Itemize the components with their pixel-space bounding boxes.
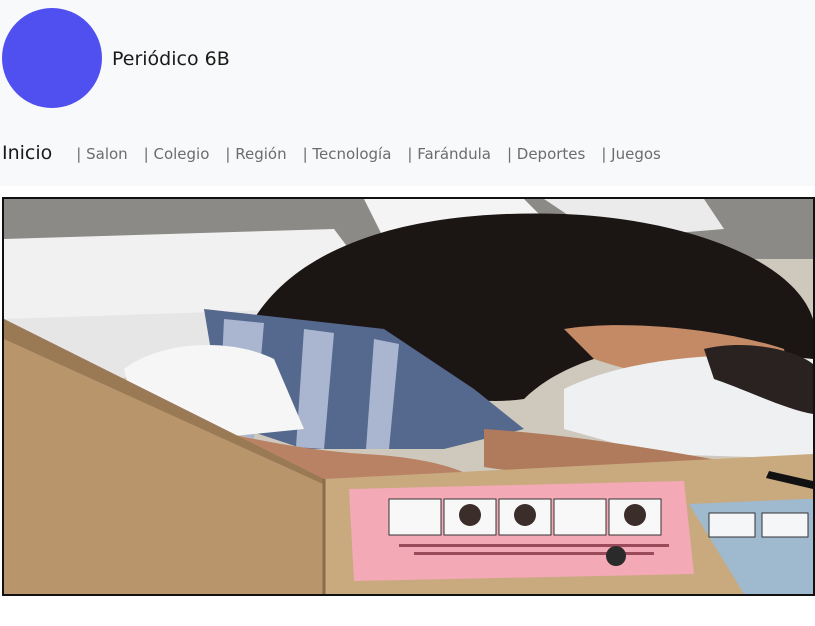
- feature-photo[interactable]: [2, 197, 815, 596]
- nav-item-inicio[interactable]: Inicio: [2, 142, 52, 164]
- nav-item-juegos[interactable]: | Juegos: [601, 145, 661, 163]
- nav-item-farandula[interactable]: | Farándula: [407, 145, 491, 163]
- nav-item-colegio[interactable]: | Colegio: [144, 145, 210, 163]
- site-title[interactable]: Periódico 6B: [112, 47, 230, 71]
- nav-item-region[interactable]: | Región: [225, 145, 286, 163]
- site-logo[interactable]: [2, 8, 102, 108]
- nav-item-tecnologia[interactable]: | Tecnología: [303, 145, 392, 163]
- site-header: Periódico 6B Inicio | Salon | Colegio | …: [0, 0, 815, 186]
- main-nav: Inicio | Salon | Colegio | Región | Tecn…: [2, 142, 677, 168]
- nav-item-salon[interactable]: | Salon: [76, 145, 127, 163]
- pink-ballot: [349, 481, 694, 581]
- nav-item-deportes[interactable]: | Deportes: [507, 145, 585, 163]
- students-voting-illustration: [4, 199, 813, 594]
